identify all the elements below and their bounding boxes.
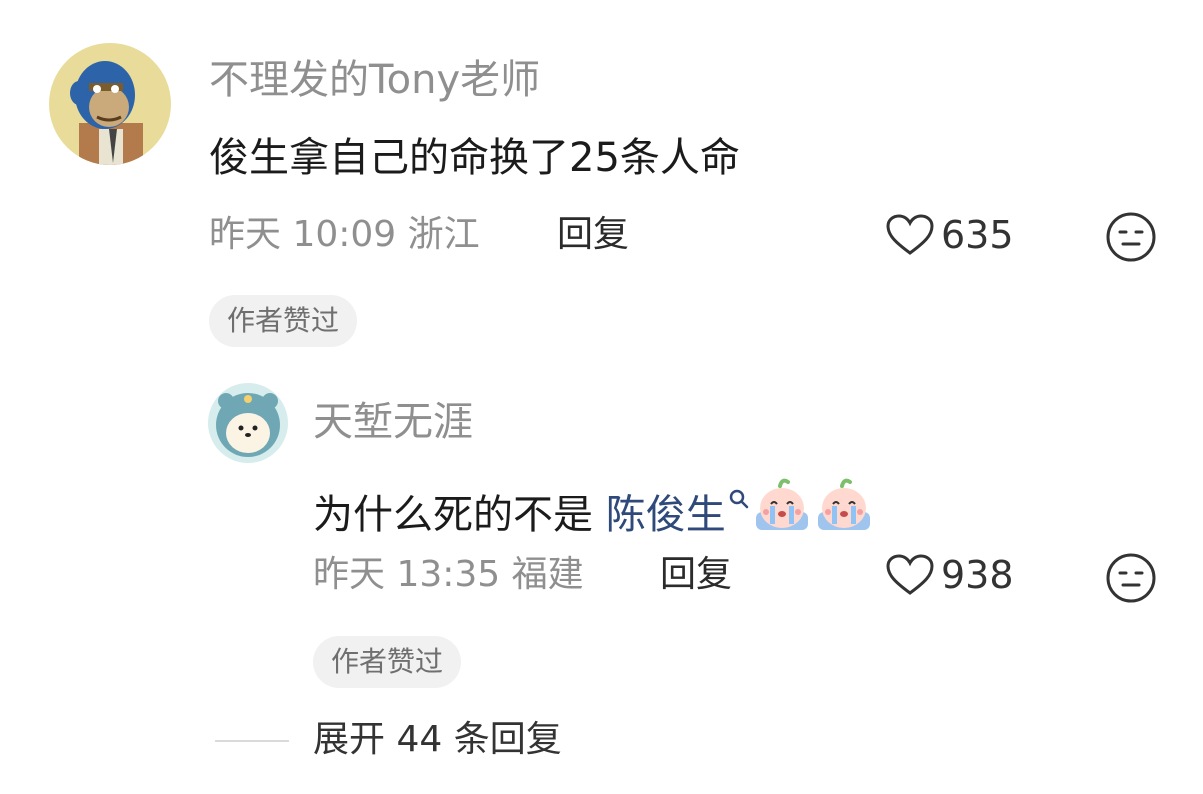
comment-meta: 昨天 10:09 浙江 <box>209 213 480 257</box>
reply-button[interactable]: 回复 <box>557 213 629 257</box>
heart-outline-icon <box>885 553 935 597</box>
heart-outline-icon <box>885 213 935 257</box>
comment-location: 福建 <box>511 554 584 595</box>
reply-button[interactable]: 回复 <box>660 553 732 597</box>
like-count: 635 <box>941 213 1014 257</box>
dislike-button[interactable] <box>1105 211 1157 267</box>
search-icon[interactable] <box>728 472 750 522</box>
comment-meta: 昨天 13:35 福建 <box>313 553 584 597</box>
mention-link[interactable]: 陈俊生 <box>606 492 726 538</box>
avatar[interactable] <box>208 383 288 463</box>
crying-emoji <box>752 476 812 546</box>
like-count: 938 <box>941 553 1014 597</box>
comment-text: 俊生拿自己的命换了25条人命 <box>209 135 740 181</box>
comment-text: 为什么死的不是 陈俊生 <box>313 472 874 546</box>
expand-divider <box>215 740 289 742</box>
username[interactable]: 不理发的Tony老师 <box>209 56 540 104</box>
comment-thread: 不理发的Tony老师 俊生拿自己的命换了25条人命 昨天 10:09 浙江 回复… <box>0 0 1203 794</box>
crying-emoji <box>814 476 874 546</box>
expand-replies-button[interactable]: 展开 44 条回复 <box>313 718 562 762</box>
avatar[interactable] <box>49 43 171 165</box>
comment-time: 10:09 <box>292 214 397 255</box>
comment-time: 13:35 <box>396 554 501 595</box>
comment-location: 浙江 <box>407 214 480 255</box>
username[interactable]: 天堑无涯 <box>313 398 473 446</box>
author-liked-badge: 作者赞过 <box>313 636 462 688</box>
like-button[interactable]: 635 <box>885 213 1014 257</box>
comment-text-prefix: 为什么死的不是 <box>313 492 606 538</box>
neutral-face-icon <box>1105 212 1157 267</box>
dislike-button[interactable] <box>1105 552 1157 608</box>
comment-date: 昨天 <box>209 214 282 255</box>
like-button[interactable]: 938 <box>885 553 1014 597</box>
neutral-face-icon <box>1105 553 1157 608</box>
author-liked-badge: 作者赞过 <box>209 295 358 347</box>
comment-date: 昨天 <box>313 554 386 595</box>
